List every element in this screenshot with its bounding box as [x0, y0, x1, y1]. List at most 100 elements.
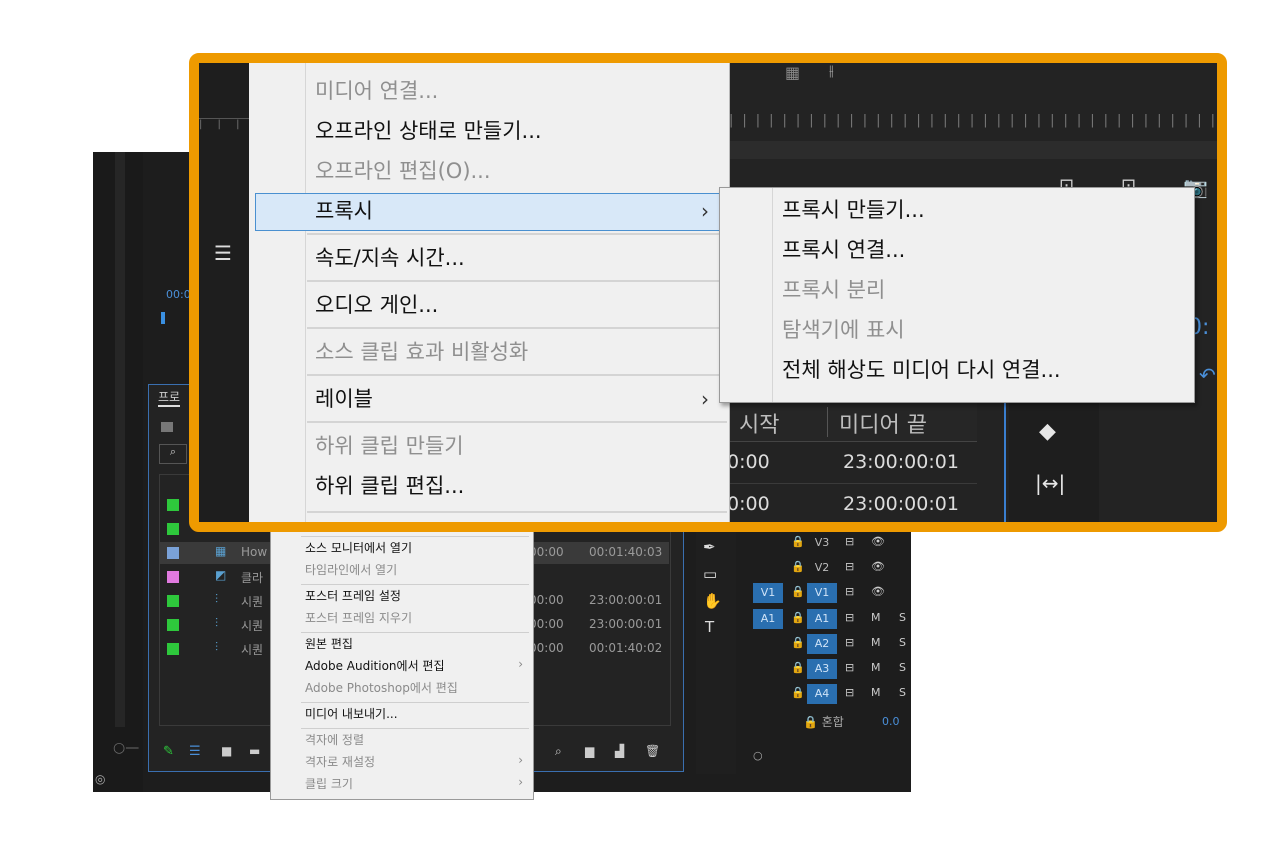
track-header[interactable]: 🔒 A4 ⊟ M S: [741, 683, 911, 705]
timeline-scroll-handle[interactable]: ○: [753, 749, 763, 762]
type-tool-icon[interactable]: T: [705, 618, 714, 636]
sync-lock-icon[interactable]: ⊟: [845, 535, 854, 548]
toggle-button[interactable]: M: [871, 661, 881, 674]
menu-item-audio-gain[interactable]: 오디오 게인...: [315, 287, 438, 323]
search-icon[interactable]: ⌕: [159, 444, 187, 464]
item-start: 00:00: [529, 545, 564, 559]
menu-item-edit-subclip[interactable]: 하위 클립 편집...: [315, 468, 464, 504]
menu-item-detach-proxies[interactable]: 프록시 분리: [782, 272, 885, 308]
menu-item-reconnect-full-res[interactable]: 전체 해상도 미디어 다시 연결...: [782, 352, 1061, 388]
sync-lock-icon[interactable]: ⊟: [845, 661, 854, 674]
menu-item-clear-poster-frame[interactable]: 포스터 프레임 지우기: [305, 608, 412, 628]
track-name[interactable]: V1: [807, 583, 837, 603]
new-item-icon[interactable]: ▟: [615, 744, 624, 758]
menu-item-speed-duration[interactable]: 속도/지속 시간...: [315, 240, 465, 276]
rectangle-tool-icon[interactable]: ▭: [703, 565, 717, 583]
playhead[interactable]: [161, 312, 165, 324]
solo-button[interactable]: S: [899, 611, 906, 624]
menu-item-align-to-grid[interactable]: 격자에 정렬: [305, 730, 364, 750]
lock-icon[interactable]: 🔒: [791, 661, 805, 674]
project-tab[interactable]: 프로: [158, 388, 181, 407]
menu-item-make-offline[interactable]: 오프라인 상태로 만들기...: [315, 113, 542, 149]
slip-tool-icon[interactable]: |↔|: [1035, 471, 1065, 495]
chevron-right-icon: ›: [701, 387, 709, 411]
track-header[interactable]: 🔒 A2 ⊟ M S: [741, 633, 911, 655]
toggle-button[interactable]: M: [871, 686, 881, 699]
lock-icon[interactable]: 🔒: [791, 686, 805, 699]
toggle-button[interactable]: M: [871, 611, 881, 624]
row-divider: [719, 483, 977, 484]
menu-item-create-proxies[interactable]: 프록시 만들기...: [782, 192, 925, 228]
track-header[interactable]: V1 🔒 V1 ⊟ 👁: [741, 582, 911, 604]
track-header[interactable]: 🔒 V2 ⊟ 👁: [741, 557, 911, 579]
menu-item-open-timeline[interactable]: 타임라인에서 열기: [305, 560, 397, 580]
track-header[interactable]: 🔒 A3 ⊟ M S: [741, 658, 911, 680]
icon-view-icon[interactable]: ■: [221, 744, 232, 758]
menu-item-set-poster-frame[interactable]: 포스터 프레임 설정: [305, 586, 401, 606]
freeform-view-icon[interactable]: ▬: [249, 744, 260, 758]
submenu-gutter: [772, 188, 773, 402]
track-header[interactable]: A1 🔒 A1 ⊟ M S: [741, 608, 911, 630]
lock-icon[interactable]: 🔒: [791, 636, 805, 649]
sync-lock-icon[interactable]: ⊟: [845, 585, 854, 598]
item-start: 00:00: [529, 641, 564, 655]
track-name[interactable]: A2: [807, 634, 837, 654]
pen-tool-icon[interactable]: ✒: [703, 538, 716, 556]
lock-icon[interactable]: 🔒: [791, 535, 805, 548]
menu-item-edit-in-photoshop[interactable]: Adobe Photoshop에서 편집: [305, 678, 458, 698]
zoom-slider[interactable]: ○—: [113, 740, 139, 756]
menu-item-reset-to-grid[interactable]: 격자로 재설정: [305, 752, 375, 772]
menu-item-edit-in-audition[interactable]: Adobe Audition에서 편집: [305, 656, 445, 676]
menu-item-make-subclip[interactable]: 하위 클립 만들기: [315, 428, 464, 464]
track-name[interactable]: A4: [807, 684, 837, 704]
col-media-end[interactable]: 미디어 끝: [839, 407, 927, 439]
source-patch[interactable]: V1: [753, 583, 783, 603]
menu-item-proxy[interactable]: 프록시: [315, 193, 373, 229]
pencil-icon[interactable]: ✎: [163, 744, 174, 759]
toggle-button[interactable]: 👁: [871, 535, 885, 548]
panel-menu-icon[interactable]: ☰: [214, 241, 232, 265]
trash-icon[interactable]: 🗑: [645, 744, 660, 758]
col-start[interactable]: 시작: [739, 407, 779, 439]
menu-item-open-source-monitor[interactable]: 소스 모니터에서 열기: [305, 538, 412, 558]
mix-text: 혼합: [821, 715, 844, 729]
track-name[interactable]: V3: [807, 533, 837, 553]
new-bin-icon[interactable]: ▆: [585, 744, 594, 758]
find-icon[interactable]: ⌕: [555, 744, 562, 759]
solo-button[interactable]: S: [899, 636, 906, 649]
scroll-track[interactable]: [115, 152, 125, 727]
label-swatch: [167, 571, 179, 583]
col-divider[interactable]: [827, 407, 828, 437]
toggle-button[interactable]: 👁: [871, 585, 885, 598]
menu-item-reveal-in-explorer[interactable]: 탐색기에 표시: [782, 312, 905, 348]
sync-lock-icon[interactable]: ⊟: [845, 636, 854, 649]
menu-item-link-media[interactable]: 미디어 연결...: [315, 73, 438, 109]
lock-icon[interactable]: 🔒: [791, 611, 805, 624]
hand-tool-icon[interactable]: ✋: [703, 592, 722, 610]
razor-tool-icon[interactable]: ◆: [1039, 419, 1056, 444]
menu-item-label[interactable]: 레이블: [315, 381, 373, 417]
list-view-icon[interactable]: ☰: [189, 744, 201, 759]
lock-icon[interactable]: 🔒: [791, 560, 805, 573]
submenu-arrow-icon: ›: [518, 657, 523, 671]
menu-item-clip-size[interactable]: 클립 크기: [305, 774, 353, 794]
track-name[interactable]: V2: [807, 558, 837, 578]
menu-item-edit-original[interactable]: 원본 편집: [305, 634, 353, 654]
menu-item-attach-proxies[interactable]: 프록시 연결...: [782, 232, 905, 268]
solo-button[interactable]: S: [899, 661, 906, 674]
menu-item-disable-source-effects[interactable]: 소스 클립 효과 비활성화: [315, 334, 528, 370]
track-header[interactable]: 🔒 V3 ⊟ 👁: [741, 532, 911, 554]
sync-lock-icon[interactable]: ⊟: [845, 611, 854, 624]
sync-lock-icon[interactable]: ⊟: [845, 686, 854, 699]
track-name[interactable]: A1: [807, 609, 837, 629]
menu-item-export-media[interactable]: 미디어 내보내기...: [305, 704, 398, 724]
source-patch[interactable]: A1: [753, 609, 783, 629]
track-name[interactable]: A3: [807, 659, 837, 679]
sync-lock-icon[interactable]: ⊟: [845, 560, 854, 573]
solo-button[interactable]: S: [899, 686, 906, 699]
item-name: 시퀀: [241, 595, 264, 609]
lock-icon[interactable]: 🔒: [791, 585, 805, 598]
menu-item-edit-offline[interactable]: 오프라인 편집(O)...: [315, 153, 491, 189]
toggle-button[interactable]: 👁: [871, 560, 885, 573]
toggle-button[interactable]: M: [871, 636, 881, 649]
